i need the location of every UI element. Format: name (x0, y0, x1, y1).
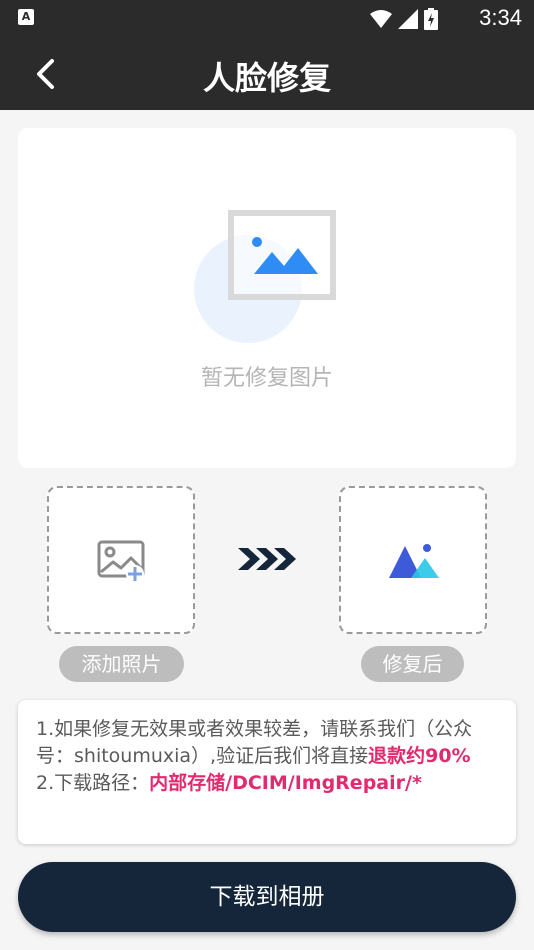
status-bar: A 3:34 (0, 0, 534, 37)
status-time: 3:34 (479, 5, 522, 30)
notice-card: 1.如果修复无效果或者效果较差，请联系我们（公众号：shitoumuxia）,验… (18, 700, 516, 844)
image-placeholder-icon (252, 237, 318, 274)
download-to-album-button[interactable]: 下载到相册 (18, 862, 516, 932)
mountain-image-icon (389, 544, 439, 578)
status-icons (370, 8, 438, 30)
refund-highlight: 退款约90% (368, 745, 471, 767)
notice-line-2-text: 2.下载路径： (36, 772, 150, 794)
empty-preview-text: 暂无修复图片 (200, 366, 333, 391)
preview-card: 暂无修复图片 (18, 128, 516, 468)
after-repair-label: 修复后 (361, 646, 464, 682)
triple-chevron-arrow-icon (238, 548, 296, 570)
app-notification-icon: A (18, 9, 34, 25)
wifi-icon (370, 10, 392, 28)
battery-icon (424, 8, 438, 30)
download-path-highlight: 内部存储/DCIM/ImgRepair/* (149, 772, 422, 794)
add-photo-label: 添加照片 (59, 646, 184, 682)
page-title: 人脸修复 (202, 59, 331, 97)
notice-line-2: 2.下载路径：内部存储/DCIM/ImgRepair/* (36, 770, 498, 797)
notice-line-1: 1.如果修复无效果或者效果较差，请联系我们（公众号：shitoumuxia）,验… (36, 716, 498, 770)
toolbar: 人脸修复 (0, 37, 534, 110)
cellular-signal-icon (398, 9, 418, 29)
result-slot (339, 486, 487, 634)
add-image-icon (97, 540, 145, 583)
add-photo-slot[interactable] (47, 486, 195, 634)
